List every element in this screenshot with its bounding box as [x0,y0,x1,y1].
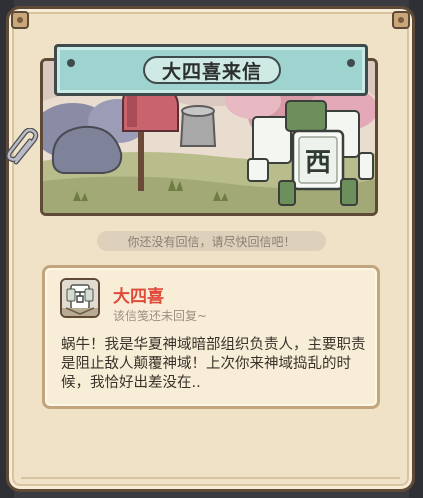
reply-hint: 你还没有回信，请尽快回信吧！ [97,231,326,251]
corner-bolt-icon [11,11,29,29]
divider [21,477,400,479]
title-plate: 大四喜来信 [143,56,281,84]
mahjong-tile-icon [60,278,100,318]
tile-glyph: 西 [305,148,331,178]
message-card[interactable]: 大四喜 该信笺还未回复~ 蜗牛！我是华夏神域暗部组织负责人，主要职责是阻止敌人颠… [42,265,380,409]
paperclip-icon [6,127,42,172]
corner-bolt-icon [392,11,410,29]
letter-title: 大四喜来信 [161,60,262,83]
reply-hint-text: 你还没有回信，请尽快回信吧！ [127,234,296,249]
reply-status: 该信笺还未回复~ [113,309,208,323]
sender-name: 大四喜 [113,287,164,307]
message-body: 蜗牛！我是华夏神域暗部组织负责人，主要职责是阻止敌人颠覆神域！上次你来神域捣乱的… [61,337,366,391]
title-banner: 大四喜来信 [54,44,368,96]
